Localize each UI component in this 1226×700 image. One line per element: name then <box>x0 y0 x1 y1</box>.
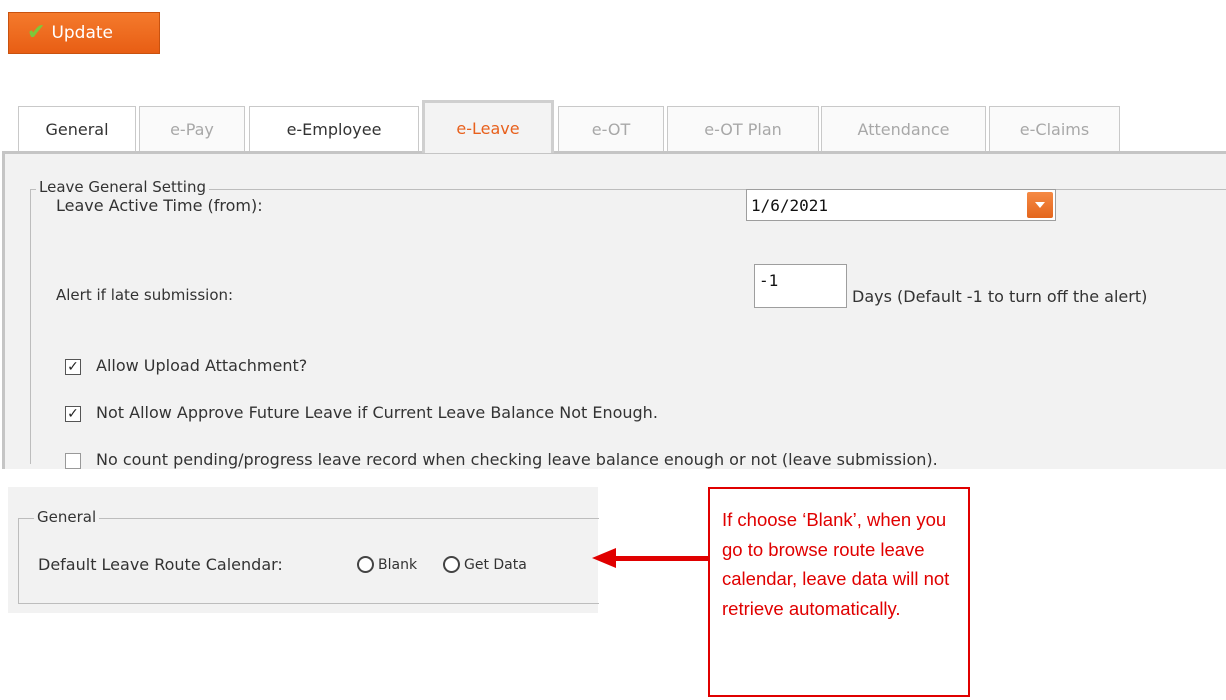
radio-blank[interactable] <box>357 556 374 573</box>
tab-attendance[interactable]: Attendance <box>821 106 986 152</box>
general-legend: General <box>34 508 100 526</box>
checkmark-icon: ✔ <box>27 20 46 45</box>
tab-label: e-Leave <box>456 118 520 138</box>
radio-blank-label: Blank <box>378 557 418 573</box>
tab-label: e-OT <box>591 120 631 139</box>
chevron-down-icon[interactable] <box>1027 192 1053 218</box>
tab-label: Attendance <box>857 120 950 139</box>
tab-e-ot-plan[interactable]: e-OT Plan <box>667 106 819 152</box>
no-count-pending-label: No count pending/progress leave record w… <box>96 450 938 469</box>
tab-label: e-Claims <box>1019 120 1090 139</box>
tab-e-leave[interactable]: e-Leave <box>422 100 554 153</box>
late-submission-label: Alert if late submission: <box>56 286 234 304</box>
leave-active-time-field[interactable]: 1/6/2021 <box>746 189 1056 221</box>
late-submission-value: -1 <box>759 271 779 290</box>
tab-label: e-OT Plan <box>704 120 782 139</box>
leave-general-legend: Leave General Setting <box>36 178 209 196</box>
not-allow-future-leave-label: Not Allow Approve Future Leave if Curren… <box>96 403 658 422</box>
leave-active-time-label: Leave Active Time (from): <box>56 196 263 215</box>
leave-active-time-value: 1/6/2021 <box>751 196 829 215</box>
leave-general-fieldset <box>30 189 1226 464</box>
allow-upload-checkbox[interactable]: ✓ <box>65 359 81 375</box>
late-submission-suffix: Days (Default -1 to turn off the alert) <box>852 287 1148 306</box>
annotation-callout: If choose ‘Blank’, when you go to browse… <box>708 487 970 697</box>
radio-get-data-label: Get Data <box>464 557 527 573</box>
tab-label: e-Employee <box>286 120 382 139</box>
radio-get-data[interactable] <box>443 556 460 573</box>
tab-e-pay[interactable]: e-Pay <box>139 106 245 152</box>
update-button[interactable]: ✔ Update <box>8 12 160 54</box>
tab-label: General <box>45 120 109 139</box>
tab-general[interactable]: General <box>18 106 136 152</box>
route-calendar-label: Default Leave Route Calendar: <box>38 555 283 574</box>
tab-e-employee[interactable]: e-Employee <box>249 106 419 152</box>
tab-bar: General e-Pay e-Employee e-Leave e-OT e-… <box>18 100 1120 153</box>
no-count-pending-checkbox[interactable] <box>65 453 81 469</box>
annotation-arrow <box>612 556 708 561</box>
allow-upload-label: Allow Upload Attachment? <box>96 356 308 375</box>
update-label: Update <box>51 23 114 43</box>
not-allow-future-leave-checkbox[interactable]: ✓ <box>65 406 81 422</box>
tab-e-claims[interactable]: e-Claims <box>989 106 1120 152</box>
tab-e-ot[interactable]: e-OT <box>558 106 664 152</box>
late-submission-days-field[interactable]: -1 <box>754 264 847 308</box>
tab-label: e-Pay <box>170 120 214 139</box>
